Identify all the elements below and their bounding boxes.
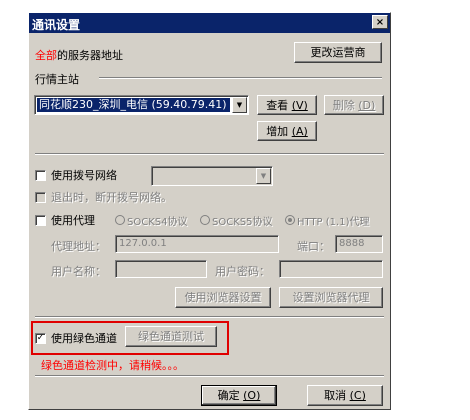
- green-channel-status: 绿色通道检测中，请稍候。。。: [41, 359, 184, 372]
- add-label: 增加: [266, 125, 289, 138]
- cancel-accel: (C): [349, 389, 366, 402]
- proxy-address-input[interactable]: 127.0.0.1: [115, 235, 279, 253]
- server-select[interactable]: 同花顺230_深圳_电信 (59.40.79.41) ▼: [34, 95, 249, 115]
- socks5-radio[interactable]: [200, 215, 210, 225]
- divider-footer: [35, 375, 384, 377]
- view-label: 查看: [266, 99, 289, 112]
- chevron-down-icon[interactable]: ▼: [256, 168, 271, 184]
- use-dialup-label: 使用拨号网络: [51, 169, 117, 182]
- proxy-port-input[interactable]: 8888: [335, 235, 383, 253]
- close-icon: ×: [375, 17, 385, 28]
- close-button[interactable]: ×: [372, 15, 388, 29]
- server-select-value: 同花顺230_深圳_电信 (59.40.79.41): [37, 98, 230, 112]
- divider-server: [35, 153, 384, 155]
- ok-label: 确定: [217, 389, 240, 402]
- use-proxy-label: 使用代理: [51, 214, 95, 227]
- cancel-label: 取消: [324, 389, 347, 402]
- delete-label: 删除: [332, 99, 355, 112]
- use-dialup-checkbox[interactable]: [35, 170, 46, 181]
- add-accel: (A): [291, 125, 308, 138]
- dialup-connection-select[interactable]: ▼: [151, 166, 273, 186]
- quote-master-label: 行情主站: [35, 73, 79, 86]
- set-browser-proxy-label: 设置浏览器代理: [292, 291, 370, 304]
- use-proxy-checkbox[interactable]: [35, 215, 46, 226]
- communication-settings-dialog: 通讯设置 × 全部的服务器地址 更改运营商 行情主站 同花顺230_深圳_电信 …: [28, 12, 391, 410]
- server-address-label: 全部的服务器地址: [35, 47, 123, 63]
- add-server-button[interactable]: 增加 (A): [257, 121, 317, 141]
- socks5-label: SOCKS5协议: [212, 217, 273, 228]
- disconnect-on-exit-checkbox[interactable]: [35, 192, 46, 203]
- view-server-button[interactable]: 查看 (V): [257, 95, 317, 115]
- socks4-radio[interactable]: [115, 215, 125, 225]
- ok-accel: (O): [243, 389, 261, 402]
- quote-master-divider: [99, 77, 382, 79]
- use-browser-settings-label: 使用浏览器设置: [184, 291, 262, 304]
- proxy-username-label: 用户名称：: [51, 265, 106, 278]
- http-proxy-label: HTTP (1.1)代理: [297, 217, 370, 228]
- cancel-button[interactable]: 取消 (C): [307, 385, 383, 406]
- delete-accel: (D): [358, 99, 376, 112]
- green-channel-label: 使用绿色通道: [51, 332, 117, 345]
- set-browser-proxy-button[interactable]: 设置浏览器代理: [279, 287, 383, 308]
- proxy-port-label: 端口：: [297, 240, 330, 253]
- window-title: 通讯设置: [32, 18, 81, 32]
- socks4-label: SOCKS4协议: [127, 217, 188, 228]
- server-scope-text: 全部: [35, 49, 57, 62]
- http-proxy-radio[interactable]: [285, 215, 295, 225]
- ok-button[interactable]: 确定 (O): [201, 385, 277, 406]
- green-channel-test-label: 绿色通道测试: [138, 330, 204, 343]
- change-operator-label: 更改运营商: [310, 46, 366, 59]
- chevron-down-icon[interactable]: ▼: [232, 97, 247, 113]
- use-browser-settings-button[interactable]: 使用浏览器设置: [175, 287, 271, 308]
- green-channel-test-button[interactable]: 绿色通道测试: [125, 326, 217, 347]
- delete-server-button[interactable]: 删除 (D): [324, 95, 384, 115]
- green-channel-checkbox[interactable]: ✓: [35, 333, 46, 344]
- change-operator-button[interactable]: 更改运营商: [294, 42, 382, 63]
- server-address-text: 的服务器地址: [57, 49, 123, 62]
- divider-proxy: [35, 316, 384, 318]
- title-bar: 通讯设置 ×: [29, 13, 390, 33]
- proxy-password-label: 用户密码：: [215, 265, 270, 278]
- proxy-password-input[interactable]: [279, 260, 383, 278]
- proxy-address-label: 代理地址：: [51, 240, 106, 253]
- disconnect-on-exit-label: 退出时，断开拨号网络。: [51, 191, 172, 204]
- view-accel: (V): [291, 99, 308, 112]
- proxy-username-input[interactable]: [115, 260, 207, 278]
